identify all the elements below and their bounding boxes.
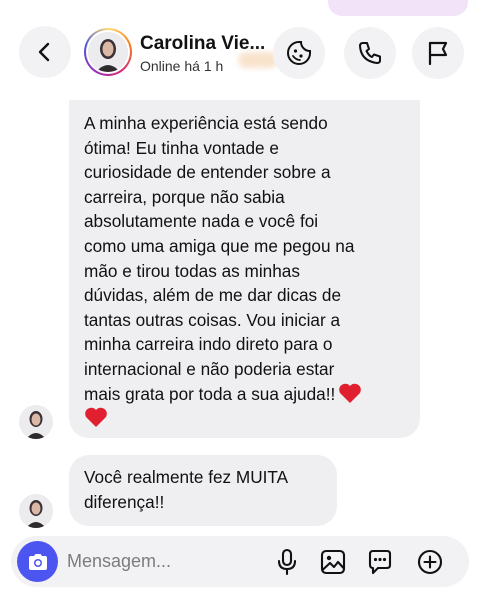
message-line: Você realmente fez MUITA	[84, 467, 289, 487]
red-heart-icon	[339, 383, 362, 403]
message-line: ótima! Eu tinha vontade e	[84, 137, 279, 158]
camera-button[interactable]	[17, 541, 58, 582]
plus-circle-icon	[417, 549, 443, 575]
sticker-face-icon	[287, 41, 311, 65]
voice-message-button[interactable]	[273, 548, 301, 576]
person-photo-icon	[19, 494, 53, 528]
microphone-icon	[277, 548, 297, 576]
sticker-picker-button[interactable]	[366, 548, 394, 576]
back-button[interactable]	[19, 26, 71, 78]
message-line: tantas outras coisas. Vou iniciar a	[84, 309, 341, 330]
image-gallery-icon	[320, 549, 346, 575]
message-line-with-emoji: mais grata por toda a sua ajuda!!	[84, 382, 406, 407]
message-line: absolutamente nada e você foi	[84, 211, 319, 232]
sender-avatar[interactable]	[19, 494, 53, 528]
message-input[interactable]	[67, 548, 267, 574]
message-bubble[interactable]: Você realmente fez MUITA diferença!!	[69, 455, 337, 526]
message-line: minha carreira indo direto para o	[84, 334, 333, 355]
report-button[interactable]	[412, 27, 464, 79]
gallery-button[interactable]	[319, 548, 347, 576]
chat-header: Carolina Vie... Online há 1 h	[0, 0, 480, 100]
sender-avatar[interactable]	[19, 405, 53, 439]
message-line-with-emoji	[84, 406, 406, 431]
person-photo-icon	[88, 32, 128, 72]
blurred-content	[238, 52, 278, 68]
message-line: A minha experiência está sendo	[84, 113, 328, 133]
message-line: carreira, porque não sabia	[84, 186, 285, 207]
camera-icon	[28, 553, 47, 570]
message-composer	[11, 536, 469, 587]
more-options-button[interactable]	[416, 548, 444, 576]
message-line-text: mais grata por toda a sua ajuda!!	[84, 383, 336, 404]
message-line: mão e tirou todas as minhas	[84, 260, 300, 281]
chat-sticker-icon	[368, 549, 392, 575]
message-line: dúvidas, além de me dar dicas de	[84, 285, 341, 306]
red-heart-icon	[85, 407, 107, 428]
contact-avatar[interactable]	[84, 28, 132, 76]
chevron-left-icon	[38, 42, 50, 62]
person-photo-icon	[19, 405, 53, 439]
message-line: como uma amiga que me pegou na	[84, 235, 355, 256]
flag-icon	[428, 41, 448, 66]
phone-icon	[359, 42, 381, 64]
message-line: diferença!!	[84, 491, 165, 512]
message-bubble[interactable]: A minha experiência está sendo ótima! Eu…	[69, 100, 420, 438]
top-pink-shape	[328, 0, 468, 16]
online-status: Online há 1 h	[140, 58, 224, 74]
message-line: curiosidade de entender sobre a	[84, 162, 331, 183]
message-line: internacional e não poderia estar	[84, 358, 335, 379]
sticker-button[interactable]	[273, 27, 325, 79]
voice-call-button[interactable]	[344, 27, 396, 79]
